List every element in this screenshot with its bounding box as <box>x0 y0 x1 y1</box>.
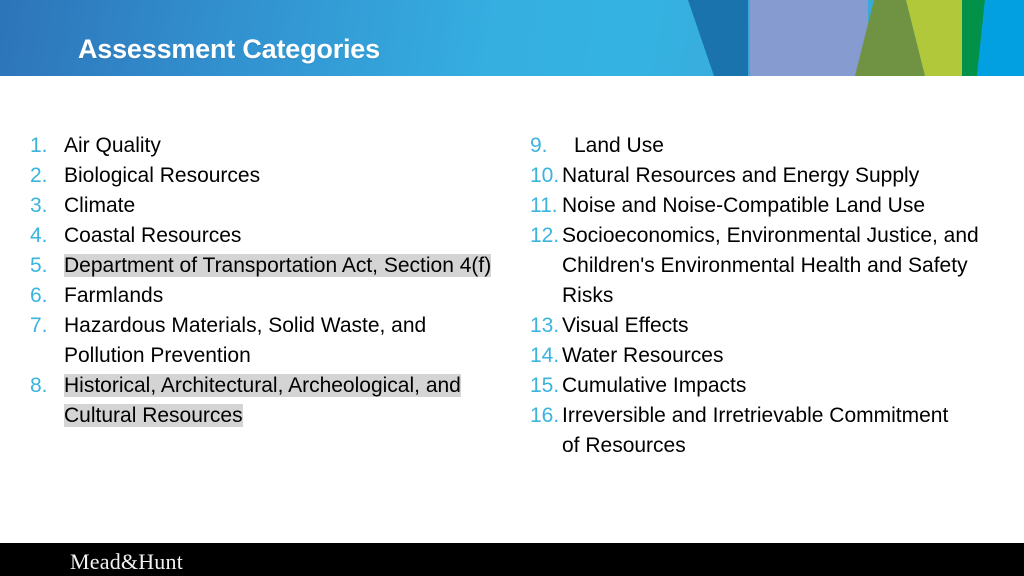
list-item-number: 14. <box>530 344 560 367</box>
list-item-number: 12. <box>530 224 560 247</box>
list-item-number: 13. <box>530 314 560 337</box>
list-item-text: Noise and Noise-Compatible Land Use <box>562 191 1010 221</box>
list-item-number: 8. <box>30 374 48 397</box>
list-item: 2. Biological Resources <box>30 161 530 191</box>
list-item-number: 6. <box>30 284 48 307</box>
list-item-line: of Resources <box>562 434 686 457</box>
list-item-line: Visual Effects <box>562 314 689 337</box>
list-item-text: Irreversible and Irretrievable Commitmen… <box>562 401 1010 461</box>
list-item-line: Water Resources <box>562 344 724 367</box>
list-item-line: Farmlands <box>64 284 164 307</box>
list-item-text: Hazardous Materials, Solid Waste, and Pol… <box>64 311 530 371</box>
list-item-number: 15. <box>530 374 560 397</box>
list-item-text: Farmlands <box>64 281 530 311</box>
list-item-text: Water Resources <box>562 341 1010 371</box>
list-item-text: Land Use <box>562 131 1010 161</box>
list-item: 6. Farmlands <box>30 281 530 311</box>
list-item: 10. Natural Resources and Energy Supply <box>530 161 1010 191</box>
mead-and-hunt-logo: Mead&Hunt <box>70 549 184 574</box>
dark-blue-trapezoid-shape <box>688 0 748 76</box>
list-item-text: Coastal Resources <box>64 221 530 251</box>
list-item-text: Socioeconomics, Environmental Justice, a… <box>562 221 1010 311</box>
list-item-line: Children's Environmental Health and Safe… <box>562 254 968 277</box>
footer-bar: Mead&Hunt <box>0 543 1024 576</box>
periwinkle-block-shape <box>750 0 868 76</box>
slide-content-area: 1. Air Quality 2. Biological Resources 3. Cli… <box>0 76 1024 543</box>
list-item-line: Risks <box>562 284 614 307</box>
list-item-line: Cumulative Impacts <box>562 374 747 397</box>
list-item-text: Visual Effects <box>562 311 1010 341</box>
list-item-number: 1. <box>30 134 48 157</box>
list-item-line: Coastal Resources <box>64 224 242 247</box>
list-item-number: 4. <box>30 224 48 247</box>
page-title: Assessment Categories <box>78 34 380 64</box>
list-item-line: Air Quality <box>64 134 161 157</box>
assessment-categories-left-column: 1. Air Quality 2. Biological Resources 3. Cli… <box>30 76 530 431</box>
list-item-text: Biological Resources <box>64 161 530 191</box>
list-item-number: 9. <box>530 134 548 157</box>
list-item: 9. Land Use <box>530 131 1010 161</box>
list-item: 3. Climate <box>30 191 530 221</box>
list-item: 7. Hazardous Materials, Solid Waste, and P… <box>30 311 530 371</box>
list-item-number: 2. <box>30 164 48 187</box>
list-item-text: Historical, Architectural, Archeological… <box>64 371 530 431</box>
list-item: 8. Historical, Architectural, Archeologic… <box>30 371 530 431</box>
list-item-line: Irreversible and Irretrievable Commitmen… <box>562 404 949 427</box>
list-item-number: 7. <box>30 314 48 337</box>
list-item-line: Pollution Prevention <box>64 344 251 367</box>
list-item-line: Department of Transportation Act, Sectio… <box>64 254 492 277</box>
cyan-blue-block-shape <box>977 0 1024 76</box>
list-item: 15. Cumulative Impacts <box>530 371 1010 401</box>
list-item-line: Land Use <box>574 134 664 157</box>
list-item-line: Cultural Resources <box>64 404 243 427</box>
list-item: 11. Noise and Noise-Compatible Land Use <box>530 191 1010 221</box>
list-item-line: Hazardous Materials, Solid Waste, and <box>64 314 427 337</box>
header-banner: Assessment Categories <box>0 0 1024 76</box>
list-item: 12. Socioeconomics, Environmental Justice… <box>530 221 1010 311</box>
list-item-text: Cumulative Impacts <box>562 371 1010 401</box>
list-item: 14. Water Resources <box>530 341 1010 371</box>
list-item-number: 16. <box>530 404 560 427</box>
list-item-number: 11. <box>530 194 558 217</box>
list-item: 13. Visual Effects <box>530 311 1010 341</box>
list-item-text: Natural Resources and Energy Supply <box>562 161 1010 191</box>
list-item: 5. Department of Transportation Act, Sect… <box>30 251 530 281</box>
assessment-categories-right-column: 9. Land Use 10. Natural Resources and Energ… <box>530 76 1010 461</box>
list-item-line: Socioeconomics, Environmental Justice, a… <box>562 224 979 247</box>
list-item-line: Biological Resources <box>64 164 261 187</box>
list-item: 4. Coastal Resources <box>30 221 530 251</box>
list-item-line: Historical, Architectural, Archeological… <box>64 374 461 397</box>
list-item: 1. Air Quality <box>30 131 530 161</box>
list-item-line: Climate <box>64 194 136 217</box>
list-item-number: 3. <box>30 194 48 217</box>
list-item-text: Climate <box>64 191 530 221</box>
list-item-line: Noise and Noise-Compatible Land Use <box>562 194 926 217</box>
list-item-text: Department of Transportation Act, Sectio… <box>64 251 530 281</box>
list-item-number: 10. <box>530 164 560 187</box>
list-item: 16. Irreversible and Irretrievable Commit… <box>530 401 1010 461</box>
list-item-number: 5. <box>30 254 48 277</box>
list-item-line: Natural Resources and Energy Supply <box>562 164 920 187</box>
list-item-text: Air Quality <box>64 131 530 161</box>
